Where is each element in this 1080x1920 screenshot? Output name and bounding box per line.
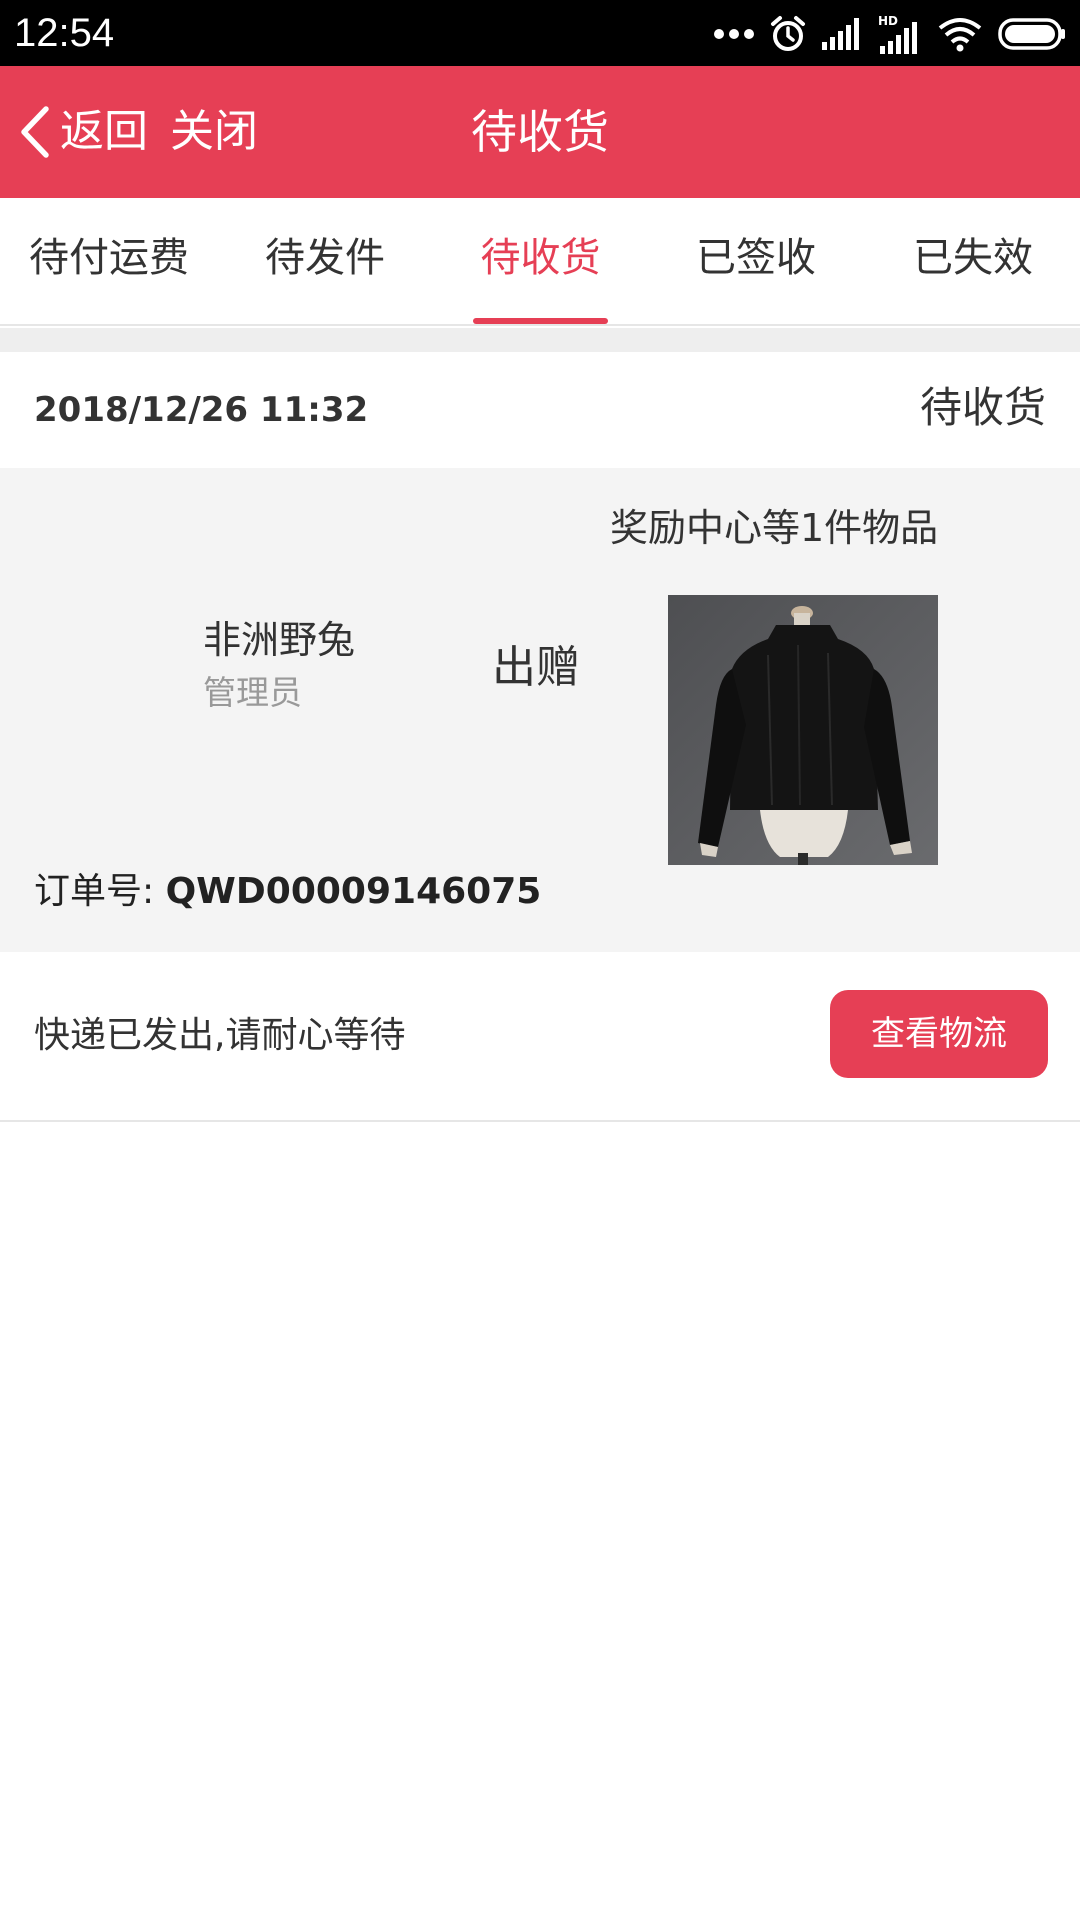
sweater-image (668, 595, 938, 865)
alarm-icon (771, 16, 805, 51)
top-nav-bar: 返回 关闭 待收货 (0, 66, 1080, 198)
gift-action-label: 出赠 (492, 642, 580, 693)
tab-label: 待付运费 (29, 235, 189, 281)
sender-role: 管理员 (203, 673, 302, 712)
order-number-label: 订单号: (34, 871, 166, 912)
battery-icon (998, 18, 1065, 50)
status-tabs: 待付运费 待发件 待收货 已签收 已失效 (0, 198, 1080, 326)
status-bar: 12:54 HD (0, 0, 1080, 66)
tab-label: 已签收 (696, 235, 816, 281)
section-divider (0, 328, 1080, 352)
signal-icon (822, 18, 859, 50)
tab-signed[interactable]: 已签收 (693, 198, 819, 324)
product-image[interactable] (668, 595, 938, 865)
status-icons: HD (714, 12, 1066, 56)
wifi-icon (938, 18, 982, 52)
order-card-footer: 快递已发出,请耐心等待 查看物流 (0, 952, 1080, 1122)
page-title: 待收货 (471, 105, 609, 159)
order-card-body[interactable]: 奖励中心等1件物品 非洲野兔 管理员 出赠 订单号: QWD0000914607… (0, 468, 1080, 952)
tab-label: 待收货 (480, 235, 601, 281)
hd-signal-icon: HD (878, 14, 917, 54)
order-status: 待收货 (919, 383, 1046, 432)
tab-label: 已失效 (913, 235, 1033, 281)
tab-pending-dispatch[interactable]: 待发件 (262, 198, 388, 324)
more-dots-icon (714, 29, 754, 39)
order-number: 订单号: QWD00009146075 (34, 862, 541, 922)
shipping-note: 快递已发出,请耐心等待 (34, 1015, 406, 1056)
tab-expired[interactable]: 已失效 (910, 198, 1036, 324)
tab-pending-receipt[interactable]: 待收货 (473, 198, 608, 324)
sender-name: 非洲野兔 (203, 618, 356, 662)
tab-pending-shipping-fee[interactable]: 待付运费 (16, 198, 202, 324)
view-logistics-button[interactable]: 查看物流 (830, 990, 1048, 1078)
tab-label: 待发件 (265, 235, 385, 281)
status-time: 12:54 (14, 11, 115, 55)
order-card-header[interactable]: 2018/12/26 11:32 待收货 (0, 352, 1080, 468)
order-date: 2018/12/26 11:32 (34, 390, 369, 430)
svg-text:HD: HD (878, 14, 898, 28)
order-number-value: QWD00009146075 (165, 871, 542, 912)
gift-description: 奖励中心等1件物品 (610, 506, 939, 550)
active-tab-indicator (473, 318, 608, 324)
